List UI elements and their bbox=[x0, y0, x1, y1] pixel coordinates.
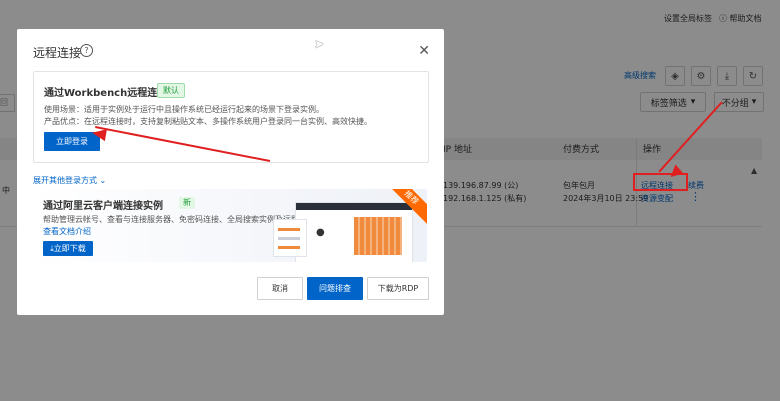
troubleshoot-button[interactable]: 问题排查 bbox=[307, 277, 363, 300]
illustration-panel bbox=[354, 217, 402, 255]
annotation-arrowhead bbox=[91, 126, 107, 142]
illustration-titlebar bbox=[296, 203, 412, 210]
workbench-advantage: 产品优点：在远程连接时，支持复制粘贴文本、多操作系统用户登录同一台实例、高效快捷… bbox=[44, 117, 372, 126]
illustration-bar bbox=[278, 237, 300, 240]
default-badge: 默认 bbox=[157, 83, 185, 98]
close-icon[interactable]: ✕ bbox=[418, 43, 430, 59]
remote-connect-modal: 远程连接 ? ✕ 通过Workbench远程连接 默认 使用场景：适用于实例处于… bbox=[17, 29, 444, 315]
download-now-button[interactable]: ⤓ 立即下载 bbox=[43, 241, 93, 256]
illustration-side-panel bbox=[273, 219, 307, 257]
workbench-title: 通过Workbench远程连接 bbox=[44, 88, 168, 99]
mouse-cursor-icon: ➤ bbox=[314, 37, 325, 51]
view-doc-link[interactable]: 查看文档介绍 bbox=[43, 226, 91, 237]
chevron-down-icon: ⌄ bbox=[99, 176, 107, 185]
question-icon[interactable]: ? bbox=[80, 44, 93, 57]
new-badge: 新 bbox=[179, 197, 195, 209]
workbench-card: 通过Workbench远程连接 默认 使用场景：适用于实例处于运行中且操作系统已… bbox=[33, 71, 429, 163]
user-icon: ● bbox=[316, 227, 325, 238]
illustration-bar bbox=[278, 246, 300, 249]
cancel-button[interactable]: 取消 bbox=[257, 277, 303, 300]
download-now-label: 立即下载 bbox=[53, 244, 86, 253]
illustration-bar bbox=[278, 228, 300, 231]
client-illustration: ● bbox=[295, 202, 413, 262]
expand-other-login-link[interactable]: 展开其他登录方式 ⌄ bbox=[33, 175, 106, 186]
modal-title: 远程连接 bbox=[33, 46, 82, 60]
client-title: 通过阿里云客户端连接实例 bbox=[43, 201, 163, 212]
download-rdp-button[interactable]: 下载为RDP bbox=[367, 277, 429, 300]
workbench-scenario: 使用场景：适用于实例处于运行中且操作系统已经运行起来的场景下登录实例。 bbox=[44, 105, 324, 114]
expand-other-label: 展开其他登录方式 bbox=[33, 176, 97, 185]
client-card: 通过阿里云客户端连接实例 新 帮助管理云帐号、查看与连接服务器、免密码连接、全局… bbox=[33, 189, 427, 262]
